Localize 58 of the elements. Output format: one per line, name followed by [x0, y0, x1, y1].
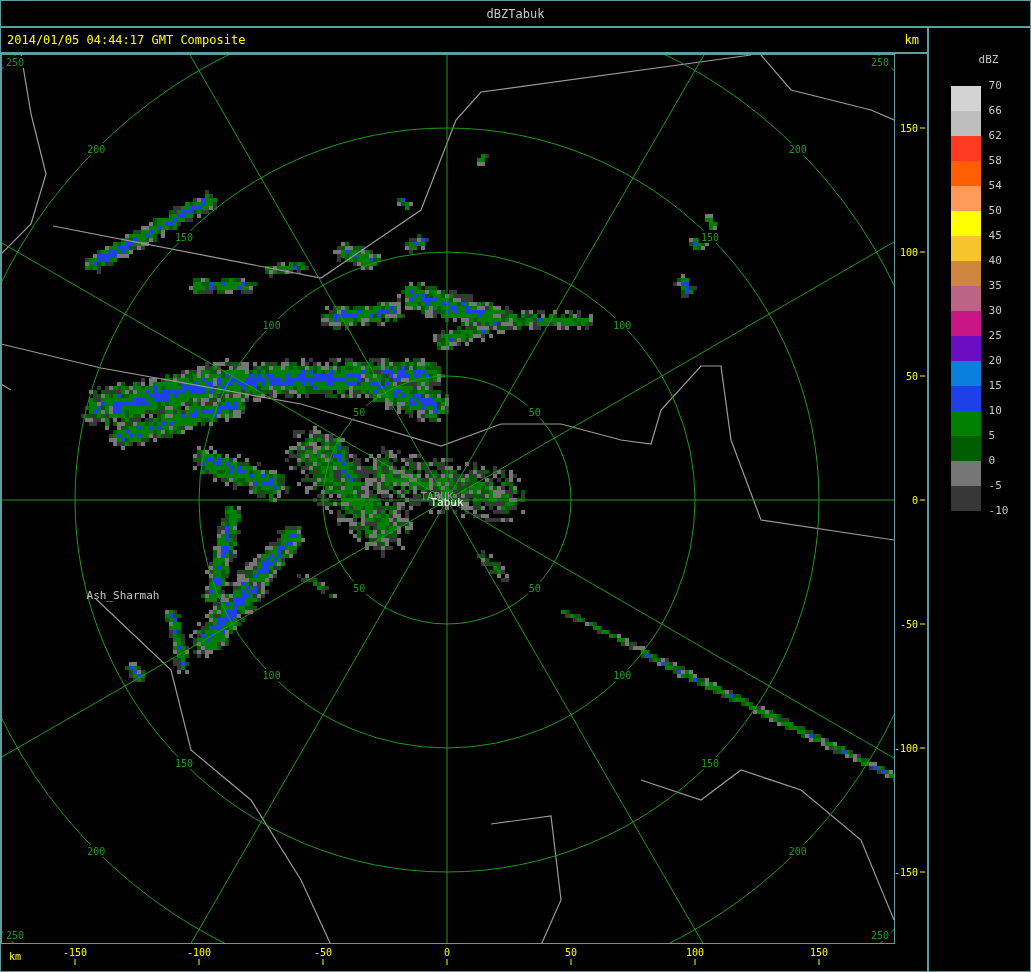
axis-tick-label: 50 — [905, 371, 918, 382]
range-label: 250 — [870, 57, 890, 68]
range-label: 100 — [613, 319, 632, 331]
legend-tick-label: 66 — [988, 103, 1003, 119]
unit-label: km — [904, 32, 919, 49]
legend-tick-label: -10 — [988, 503, 1009, 519]
axis-tick-label: -50 — [313, 947, 333, 958]
legend-tick-label: 0 — [988, 453, 997, 469]
axis-tick-label: -150 — [62, 947, 88, 958]
range-label: 200 — [788, 144, 807, 156]
axis-tick-label: -50 — [899, 619, 918, 630]
range-label: 150 — [174, 231, 193, 243]
range-label: 200 — [788, 845, 807, 857]
legend-tick-label: 58 — [988, 153, 1003, 169]
legend-tick-label: 45 — [988, 228, 1003, 244]
range-label: 250 — [870, 930, 890, 941]
axis-tick-label: 150 — [899, 123, 918, 134]
legend-tick-label: 35 — [988, 278, 1003, 294]
range-label: 50 — [528, 407, 541, 419]
range-label: 150 — [174, 758, 193, 770]
legend-tick-label: 50 — [988, 203, 1003, 219]
range-label: 100 — [262, 670, 281, 682]
range-label: 150 — [701, 758, 720, 770]
window-title: dBZTabuk — [486, 5, 545, 23]
range-label: 250 — [5, 57, 25, 68]
axis-tick-label: 0 — [911, 495, 918, 506]
legend-tick-label: 25 — [988, 328, 1003, 344]
legend-tick-label: 20 — [988, 353, 1003, 369]
range-label: 200 — [87, 845, 106, 857]
unit-label: km — [9, 951, 22, 962]
range-label: 200 — [87, 144, 106, 156]
timestamp-label: 2014/01/05 04:44:17 GMT Composite — [7, 32, 246, 49]
place-label: Ash_Sharmah — [86, 589, 160, 602]
axis-tick-label: 100 — [685, 947, 705, 958]
axis-tick-label: 150 — [809, 947, 829, 958]
legend-tick-label: 30 — [988, 303, 1003, 319]
axis-tick-label: -100 — [893, 743, 918, 754]
legend-tick-label: 15 — [988, 378, 1003, 394]
range-label: 250 — [5, 930, 25, 941]
legend-tick-label: 70 — [988, 78, 1003, 94]
range-label: 100 — [262, 319, 281, 331]
legend-tick-label: -5 — [988, 478, 1003, 494]
range-label: 150 — [701, 231, 720, 243]
legend-tick-label: 5 — [988, 428, 997, 444]
range-label: 50 — [528, 582, 541, 594]
legend-title: dBZ — [977, 52, 999, 68]
axis-tick-label: -100 — [186, 947, 212, 958]
axis-tick-label: 0 — [444, 947, 450, 958]
axis-tick-label: 50 — [565, 947, 577, 958]
legend-tick-label: 62 — [988, 128, 1003, 144]
axis-tick-label: 100 — [899, 247, 918, 258]
axis-tick-label: -150 — [893, 867, 918, 878]
legend-tick-label: 10 — [988, 403, 1003, 419]
range-label: 50 — [353, 582, 366, 594]
legend-tick-label: 54 — [988, 178, 1003, 194]
range-label: 100 — [613, 670, 632, 682]
range-label: 50 — [353, 407, 366, 419]
legend-tick-label: 40 — [988, 253, 1003, 269]
